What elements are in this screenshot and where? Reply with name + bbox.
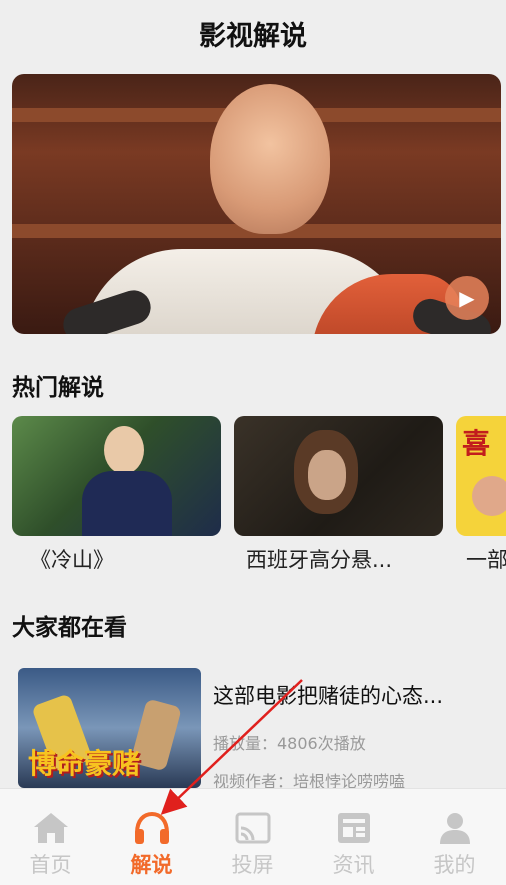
- watch-title[interactable]: 这部电影把赌徒的心态...: [213, 680, 443, 710]
- tab-commentary[interactable]: 解说: [101, 789, 202, 885]
- banner-image: [210, 84, 330, 234]
- hot-label-2: 西班牙高分悬...: [246, 548, 393, 572]
- play-icon[interactable]: ▶: [445, 276, 489, 320]
- tab-cast[interactable]: 投屏: [202, 789, 303, 885]
- cast-icon: [233, 811, 273, 845]
- page-title: 影视解说: [199, 20, 307, 52]
- hot-label-3: 一部: [466, 548, 506, 572]
- featured-banner[interactable]: ▶: [12, 74, 501, 334]
- section-title-hot: 热门解说: [12, 375, 104, 401]
- hot-label-1: 《冷山》: [30, 548, 114, 572]
- bottom-tab-bar: 首页 解说 投屏 资讯 我的: [0, 788, 506, 885]
- watch-plays: 播放量：4806次播放: [213, 734, 366, 753]
- hot-card-1[interactable]: [12, 416, 221, 536]
- thumbnail-title: 博命豪赌: [28, 747, 141, 780]
- section-title-watching: 大家都在看: [12, 615, 127, 641]
- user-icon: [435, 811, 475, 845]
- watch-thumbnail[interactable]: 博命豪赌: [18, 668, 201, 788]
- news-icon: [334, 811, 374, 845]
- hot-card-3[interactable]: 喜: [456, 416, 506, 536]
- home-icon: [31, 811, 71, 845]
- headphones-icon: [132, 811, 172, 845]
- tab-news[interactable]: 资讯: [303, 789, 404, 885]
- tab-home[interactable]: 首页: [0, 789, 101, 885]
- hot-card-2[interactable]: [234, 416, 443, 536]
- tab-profile[interactable]: 我的: [404, 789, 505, 885]
